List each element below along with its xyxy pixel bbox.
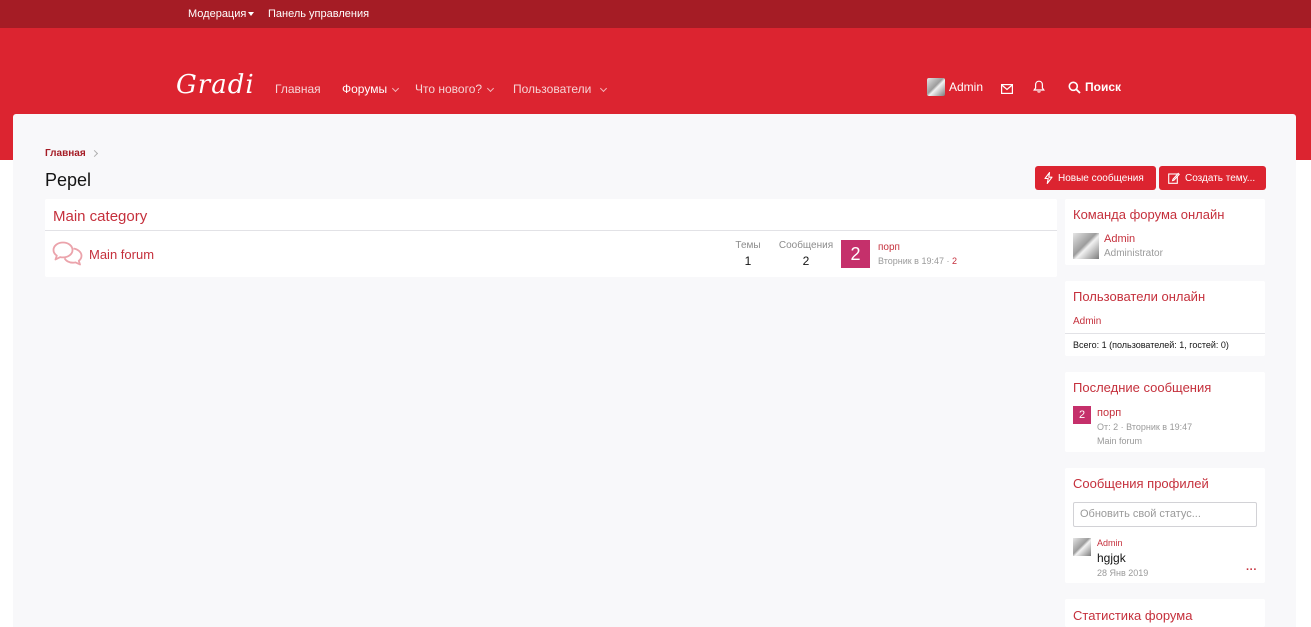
threads-count: 1 xyxy=(744,254,752,268)
avatar[interactable]: 2 xyxy=(841,240,870,268)
category-title[interactable]: Main category xyxy=(53,208,147,225)
messages-count: 2 xyxy=(802,254,810,268)
search-label: Поиск xyxy=(1085,80,1122,94)
widget-title[interactable]: Статистика форума xyxy=(1073,608,1192,623)
forum-stats-widget: Статистика форума xyxy=(1065,599,1265,627)
comments-icon xyxy=(52,241,83,272)
nav-whats-new[interactable]: Что нового? xyxy=(415,82,495,96)
online-user-link[interactable]: Admin xyxy=(1073,316,1101,327)
search-icon xyxy=(1068,81,1081,94)
latest-post-forum-link[interactable]: Main forum xyxy=(1097,436,1142,446)
chevron-down-icon[interactable] xyxy=(487,84,495,93)
profile-posts-widget: Сообщения профилей Обновить свой статус.… xyxy=(1065,468,1265,583)
widget-title[interactable]: Команда форума онлайн xyxy=(1073,207,1224,222)
create-thread-label: Создать тему... xyxy=(1185,172,1256,184)
new-posts-label: Новые сообщения xyxy=(1058,172,1144,184)
bolt-icon xyxy=(1044,172,1053,184)
breadcrumb[interactable]: Главная xyxy=(45,148,86,159)
new-posts-button[interactable]: Новые сообщения xyxy=(1035,166,1156,190)
widget-title[interactable]: Пользователи онлайн xyxy=(1073,289,1205,304)
avatar[interactable]: 2 xyxy=(1073,406,1091,424)
staff-user-link[interactable]: Admin xyxy=(1104,233,1135,245)
moderation-menu[interactable]: Модерация xyxy=(188,8,255,20)
profile-post-text: hgjgk xyxy=(1097,551,1126,565)
last-post-thread-link[interactable]: порп xyxy=(878,242,900,253)
staff-bar: Модерация Панель управления xyxy=(0,0,1311,28)
divider xyxy=(1065,333,1265,334)
staff-online-widget: Команда форума онлайн Admin Administrato… xyxy=(1065,199,1265,265)
widget-title[interactable]: Сообщения профилей xyxy=(1073,476,1209,491)
profile-post-date[interactable]: 28 Янв 2019 xyxy=(1097,568,1148,578)
avatar xyxy=(927,78,945,96)
messages-label: Сообщения xyxy=(778,240,834,251)
profile-post-user-link[interactable]: Admin xyxy=(1097,538,1123,548)
edit-icon xyxy=(1168,172,1180,184)
meta-separator: · xyxy=(946,256,950,266)
forum-title[interactable]: Main forum xyxy=(89,247,154,262)
site-logo[interactable]: Gradi xyxy=(176,70,255,100)
moderation-label: Модерация xyxy=(188,8,247,20)
last-post-user-link[interactable]: 2 xyxy=(952,256,957,266)
search-button[interactable]: Поиск xyxy=(1068,76,1121,98)
control-panel-link[interactable]: Панель управления xyxy=(268,8,369,20)
chevron-down-icon[interactable] xyxy=(392,84,400,93)
nav-whats-new-label: Что нового? xyxy=(415,82,483,96)
create-thread-button[interactable]: Создать тему... xyxy=(1159,166,1266,190)
account-username: Admin xyxy=(949,80,984,94)
more-options-icon[interactable]: ··· xyxy=(1246,564,1257,576)
last-post-meta: Вторник в 19:47 · 2 xyxy=(878,256,957,266)
nav-members[interactable]: Пользователи xyxy=(513,82,608,96)
chevron-down-icon[interactable] xyxy=(600,84,608,93)
status-input[interactable]: Обновить свой статус... xyxy=(1073,502,1257,527)
avatar[interactable] xyxy=(1073,538,1091,556)
avatar[interactable] xyxy=(1073,233,1099,259)
envelope-icon[interactable] xyxy=(1001,81,1014,99)
widget-title[interactable]: Последние сообщения xyxy=(1073,380,1211,395)
latest-posts-widget: Последние сообщения 2 порп От: 2 · Вторн… xyxy=(1065,372,1265,452)
latest-thread-link[interactable]: порп xyxy=(1097,407,1121,419)
nav-members-label: Пользователи xyxy=(513,82,592,96)
bell-icon[interactable] xyxy=(1033,80,1045,98)
nav-forums[interactable]: Форумы xyxy=(342,82,400,96)
online-total: Всего: 1 (пользователей: 1, гостей: 0) xyxy=(1073,340,1229,350)
nav-home[interactable]: Главная xyxy=(275,82,321,96)
forum-category-block: Main category Main forum Темы 1 Сообщени… xyxy=(45,199,1057,277)
threads-label: Темы xyxy=(735,240,761,251)
staff-user-role: Administrator xyxy=(1104,248,1163,259)
caret-down-icon xyxy=(248,12,255,17)
divider xyxy=(45,230,1057,231)
account-link[interactable]: Admin xyxy=(927,76,983,98)
latest-post-meta: От: 2 · Вторник в 19:47 xyxy=(1097,422,1193,432)
page-title: Pepel xyxy=(45,170,92,190)
last-post-date[interactable]: Вторник в 19:47 xyxy=(878,256,944,266)
members-online-widget: Пользователи онлайн Admin Всего: 1 (поль… xyxy=(1065,281,1265,356)
nav-forums-label: Форумы xyxy=(342,82,388,96)
